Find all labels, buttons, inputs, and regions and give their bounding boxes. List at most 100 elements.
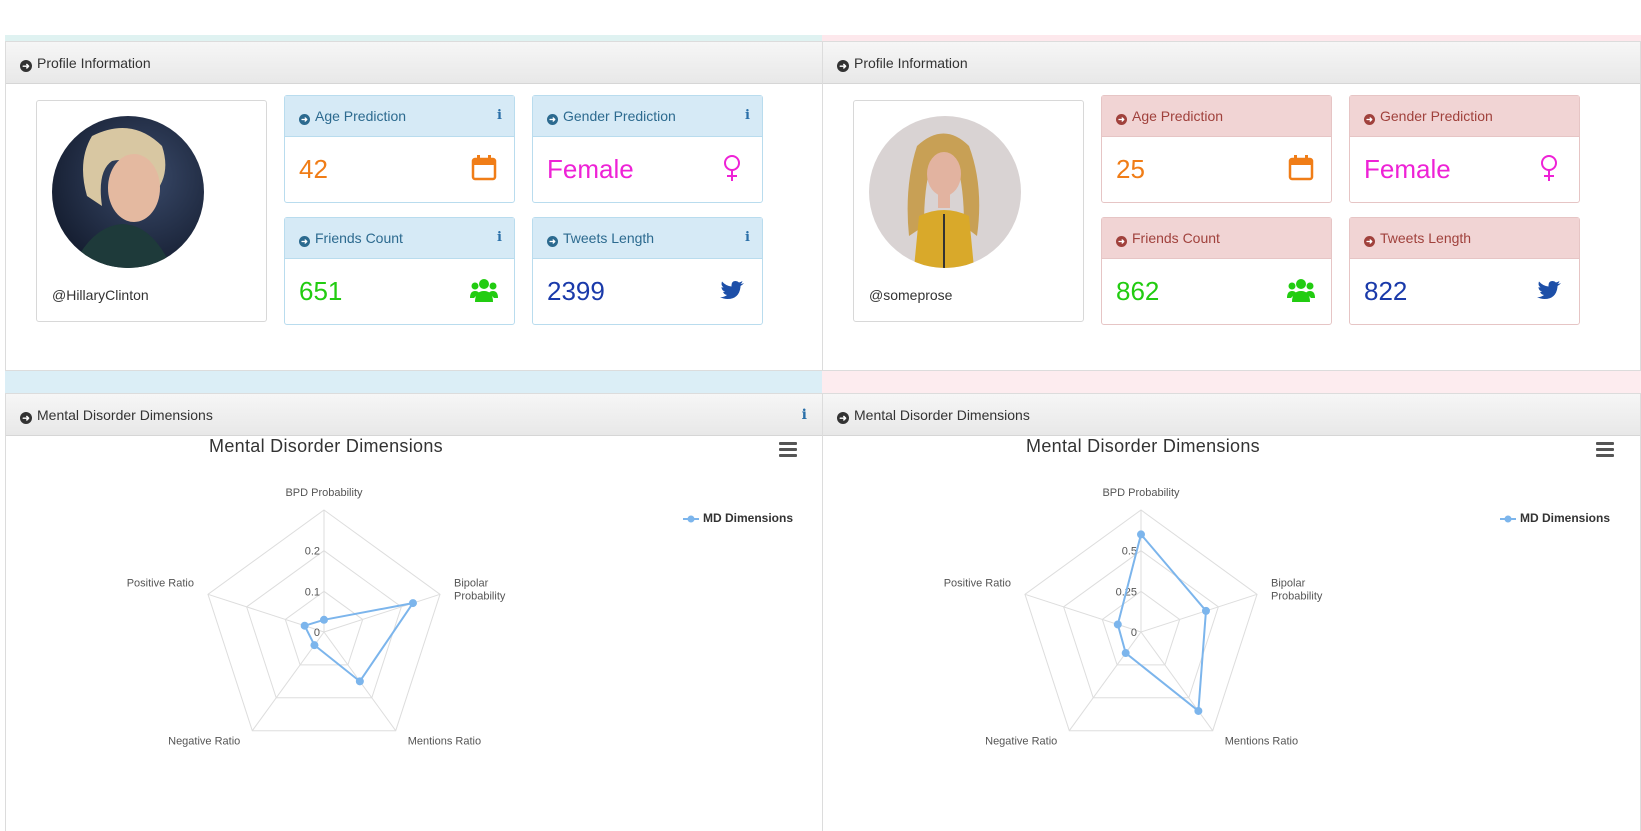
info-icon[interactable]: i [802,394,807,436]
data-point[interactable] [1113,620,1122,629]
age-value: 42 [299,154,328,184]
dashboard: ➜ Profile Information @HillaryClinton ➜ Ag… [0,0,1641,831]
card-header: ➜ Age Prediction [1102,96,1331,137]
card-header: ➜ Tweets Length i [533,218,762,259]
panel-title: Mental Disorder Dimensions [854,407,1030,423]
axis-label: Bipolar Probability [454,577,506,602]
profile-panel: ➜ Profile Information @someprose ➜ Age P… [822,41,1641,371]
avatar-card: @HillaryClinton [36,100,267,322]
avatar-card: @someprose [853,100,1084,322]
data-point[interactable] [1121,649,1130,658]
card-header: ➜ Tweets Length [1350,218,1579,259]
axis-label: Bipolar Probability [1271,577,1323,602]
calendar-icon [471,155,497,181]
data-point[interactable] [320,615,328,624]
column-accent [5,371,824,393]
user-handle: @someprose [869,287,953,303]
info-icon[interactable]: i [745,218,750,258]
twitter-icon [1537,281,1561,299]
age-card: ➜ Age Prediction i 42 [284,95,515,203]
arrow-circle-icon: ➜ [1364,236,1375,247]
chart-legend[interactable]: MD Dimensions [682,511,793,525]
axis-label: BPD Probability [1102,487,1180,499]
legend-label: MD Dimensions [702,511,793,525]
info-icon[interactable]: i [745,96,750,136]
data-point[interactable] [310,641,319,650]
card-title: Friends Count [1132,230,1220,246]
tweets-card: ➜ Tweets Length 822 [1349,217,1580,325]
card-title: Age Prediction [1132,108,1224,124]
friends-value: 862 [1116,276,1160,306]
users-icon [1287,279,1315,302]
panel-header: ➜ Profile Information [6,42,823,84]
users-icon [470,279,498,302]
card-title: Tweets Length [1380,230,1472,246]
arrow-circle-icon: ➜ [1116,114,1127,125]
tick-label: 0 [314,627,320,639]
gender-value: Female [547,154,634,184]
md-panel: ➜ Mental Disorder Dimensions i Mental Dis… [5,393,824,831]
data-point[interactable] [300,621,309,630]
female-icon [724,155,740,181]
legend-marker [682,515,699,523]
axis-label: BPD Probability [285,487,363,499]
panel-header: ➜ Mental Disorder Dimensions [823,394,1640,436]
data-point[interactable] [1201,606,1210,615]
card-title: Gender Prediction [563,108,676,124]
info-icon[interactable]: i [497,96,502,136]
gender-card: ➜ Gender Prediction i Female [532,95,763,203]
radar-chart: 0 0.1 0.2 BPD Probability Bipolar Probability… [127,487,506,748]
user-handle: @HillaryClinton [52,287,149,303]
menu-icon[interactable] [1596,442,1614,457]
tweets-card: ➜ Tweets Length i 2399 [532,217,763,325]
calendar-icon [1288,155,1314,181]
gender-value: Female [1364,154,1451,184]
panel-header: ➜ Mental Disorder Dimensions i [6,394,823,436]
card-title: Tweets Length [563,230,655,246]
tick-label: 0.2 [305,546,320,558]
data-point[interactable] [355,677,364,686]
profile-column-1: ➜ Profile Information @HillaryClinton ➜ Ag… [5,0,824,831]
card-title: Age Prediction [315,108,407,124]
axis-label: Mentions Ratio [1225,736,1298,748]
arrow-circle-icon: ➜ [547,236,558,247]
card-title: Friends Count [315,230,403,246]
friends-card: ➜ Friends Count i 651 [284,217,515,325]
card-header: ➜ Friends Count [1102,218,1331,259]
arrow-circle-icon: ➜ [837,60,849,72]
tweets-value: 822 [1364,276,1408,306]
radar-spoke [323,593,441,633]
data-point[interactable] [408,599,417,608]
arrow-circle-icon: ➜ [837,412,849,424]
data-point[interactable] [1137,530,1145,539]
age-card: ➜ Age Prediction 25 [1101,95,1332,203]
menu-icon[interactable] [779,442,797,457]
legend-marker [1499,515,1516,523]
chart-legend[interactable]: MD Dimensions [1499,511,1610,525]
series-line [303,601,416,683]
card-header: ➜ Gender Prediction i [533,96,762,137]
arrow-circle-icon: ➜ [299,236,310,247]
radar-spoke [1140,631,1214,731]
avatar[interactable] [52,116,204,268]
tick-label: 0.1 [305,586,320,598]
column-accent [822,371,1641,393]
profile-panel: ➜ Profile Information @HillaryClinton ➜ Ag… [5,41,824,371]
avatar[interactable] [869,116,1021,268]
data-point[interactable] [1194,706,1203,715]
axis-label: Mentions Ratio [408,736,481,748]
arrow-circle-icon: ➜ [20,60,32,72]
profile-column-2: ➜ Profile Information @someprose ➜ Age P… [822,0,1641,831]
female-icon [1541,155,1557,181]
arrow-circle-icon: ➜ [20,412,32,424]
md-panel: ➜ Mental Disorder Dimensions Mental Disor… [822,393,1641,831]
friends-card: ➜ Friends Count 862 [1101,217,1332,325]
panel-title: Profile Information [37,55,151,71]
card-header: ➜ Gender Prediction [1350,96,1579,137]
arrow-circle-icon: ➜ [1364,114,1375,125]
info-icon[interactable]: i [497,218,502,258]
axis-label: Positive Ratio [127,577,194,589]
radar-spoke [1140,593,1258,633]
card-header: ➜ Friends Count i [285,218,514,259]
age-value: 25 [1116,154,1145,184]
